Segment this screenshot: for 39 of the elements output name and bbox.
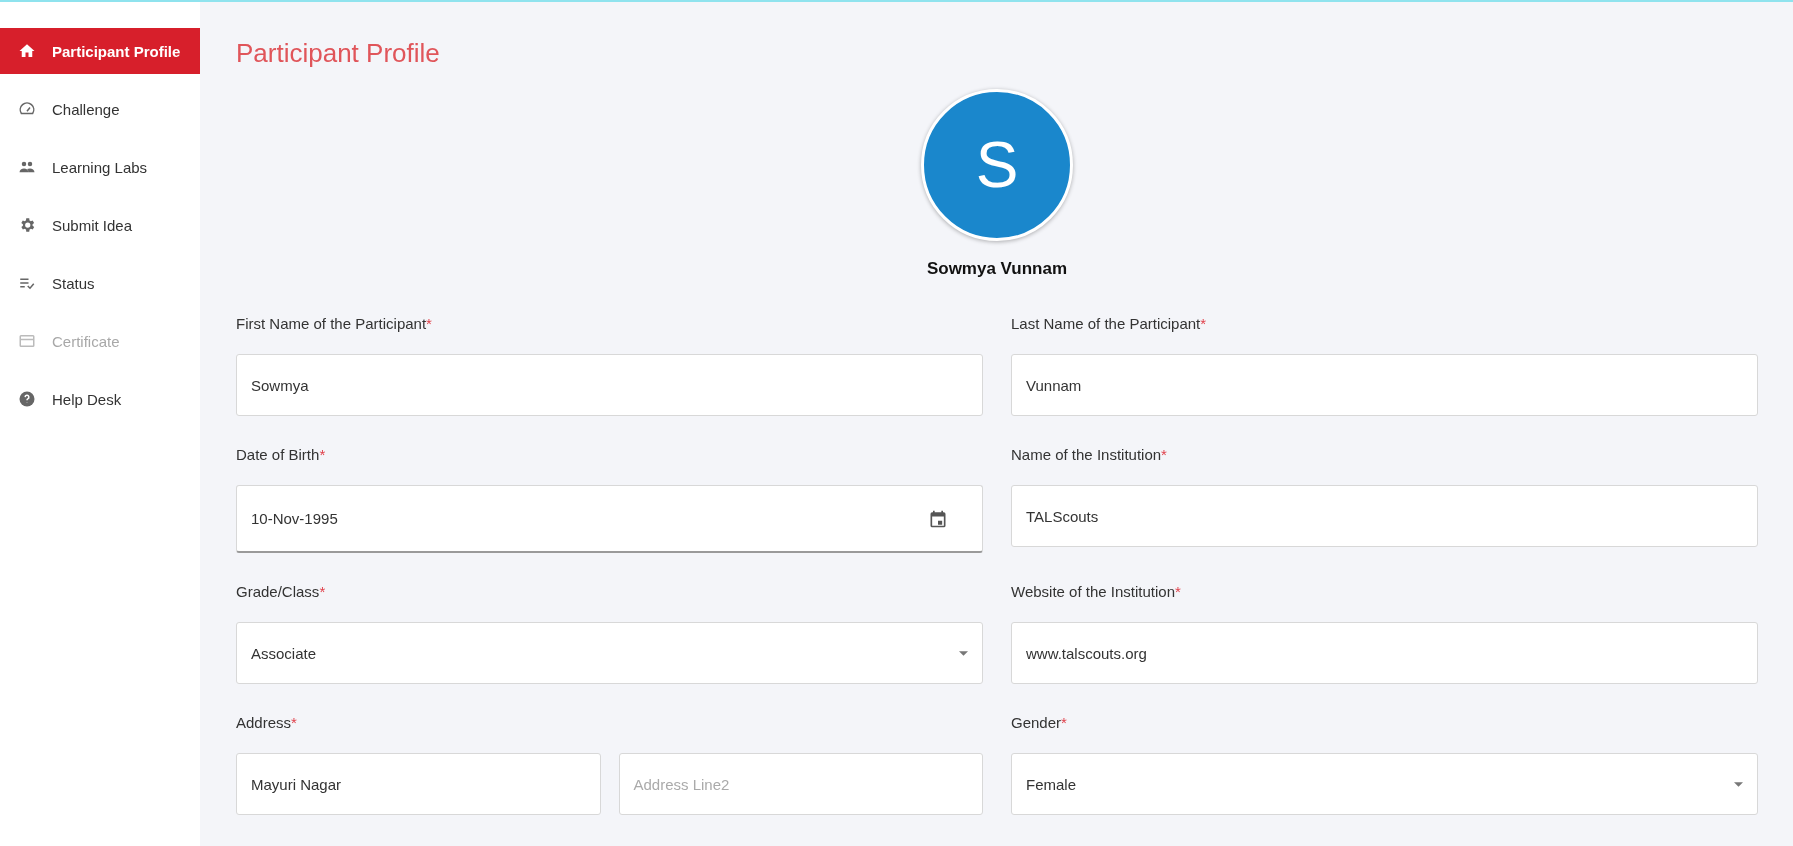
date-field[interactable]: 10-Nov-1995 <box>236 485 983 553</box>
required-mark: * <box>319 446 326 463</box>
field-label: First Name of the Participant* <box>236 315 433 332</box>
participant-name: Sowmya Vunnam <box>926 259 1068 279</box>
sidebar-item[interactable]: Participant Profile <box>0 28 200 74</box>
input-field[interactable]: Vunnam <box>1011 354 1758 416</box>
field-label: Name of the Institution* <box>1011 446 1168 463</box>
avatar: S <box>921 89 1073 241</box>
dropdown[interactable]: Female <box>1011 753 1758 815</box>
input-field[interactable]: TALScouts <box>1011 485 1758 547</box>
required-mark: * <box>291 714 297 731</box>
calendar-icon[interactable] <box>928 508 948 529</box>
card-icon <box>18 332 36 350</box>
home-icon <box>18 42 36 60</box>
required-mark: * <box>1200 315 1207 332</box>
caret-icon <box>1734 781 1743 787</box>
required-mark: * <box>1161 446 1167 463</box>
field-label: Gender* <box>1011 714 1068 731</box>
required-mark: * <box>1175 583 1181 600</box>
sidebar-item[interactable]: Help Desk <box>0 376 200 422</box>
input-field[interactable]: Mayuri Nagar <box>236 753 601 815</box>
required-mark: * <box>1061 714 1067 731</box>
field-label: Date of Birth* <box>236 446 327 463</box>
help-icon <box>18 390 36 408</box>
caret-icon <box>959 650 968 656</box>
required-mark: * <box>426 315 432 332</box>
sidebar-item[interactable]: Status <box>0 260 200 306</box>
field-label: Last Name of the Participant* <box>1011 315 1208 332</box>
page-title: Participant Profile <box>236 38 441 69</box>
dropdown[interactable]: Associate <box>236 622 983 684</box>
required-mark: * <box>319 583 326 600</box>
sidebar-item[interactable]: Learning Labs <box>0 144 200 190</box>
sidebar-item[interactable]: Challenge <box>0 86 200 132</box>
input-field[interactable]: www.talscouts.org <box>1011 622 1758 684</box>
field-label: Website of the Institution* <box>1011 583 1182 600</box>
input-field[interactable]: Sowmya <box>236 354 983 416</box>
sidebar-item[interactable]: Submit Idea <box>0 202 200 248</box>
field-label: Address* <box>236 714 298 731</box>
field-label: Grade/Class* <box>236 583 327 600</box>
